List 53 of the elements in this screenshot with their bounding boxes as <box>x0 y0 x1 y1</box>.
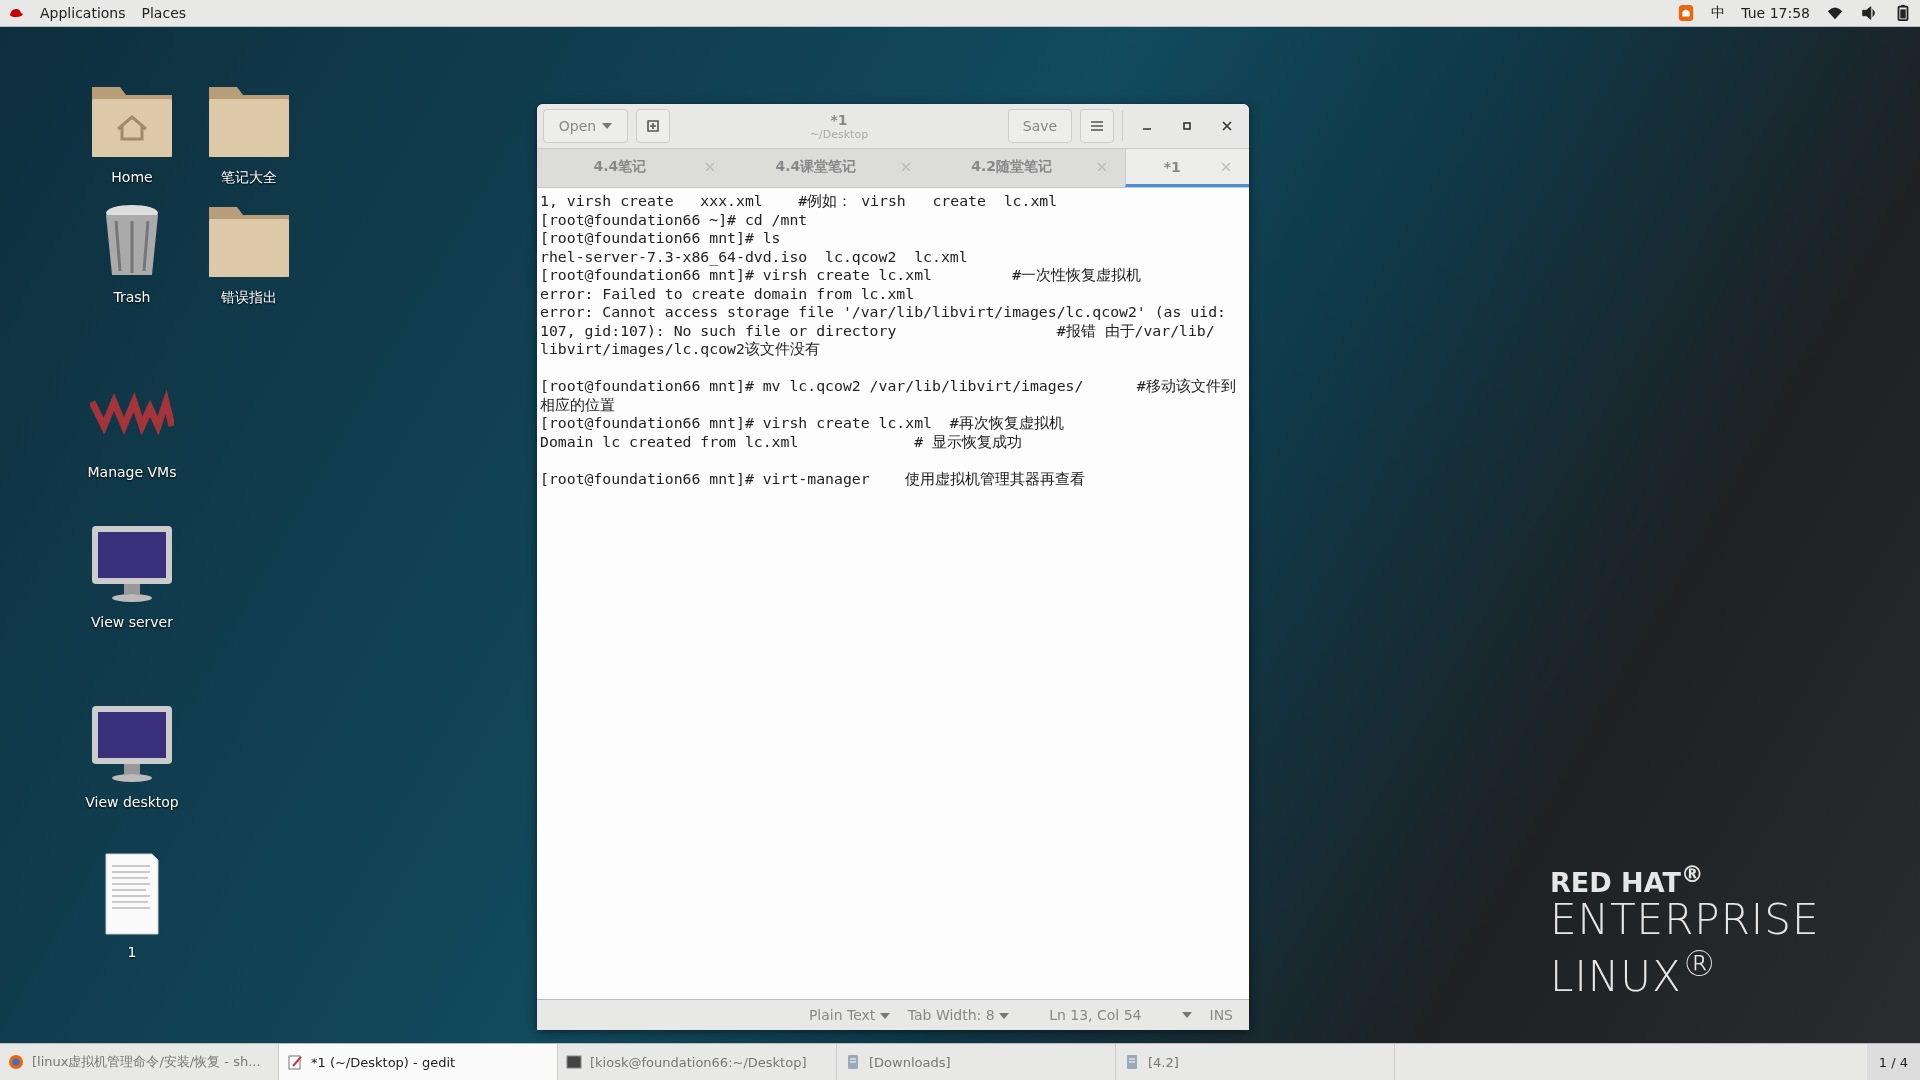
taskbar-item[interactable]: [4.2] <box>1116 1044 1395 1080</box>
window-subtitle: ~/Desktop <box>809 127 869 141</box>
clock[interactable]: Tue 17:58 <box>1741 5 1810 21</box>
taskbar-item[interactable]: [Downloads] <box>837 1044 1116 1080</box>
text-line: [root@foundation66 ~]# cd /mnt <box>540 210 808 228</box>
desktop-icon-label[interactable]: View desktop <box>85 794 179 810</box>
text-line: 107, gid:107): No such file or directory #报错 由于/var/lib/ <box>540 321 1215 339</box>
new-document-icon <box>645 118 661 134</box>
workspace-indicator[interactable]: 1 / 4 <box>1866 1044 1920 1080</box>
menu-button[interactable] <box>1080 109 1114 143</box>
desktop-icon-label[interactable]: 笔记大全 <box>221 169 277 187</box>
taskbar-item[interactable]: *1 (~/Desktop) - gedit <box>279 1044 558 1080</box>
file-cabinet-icon <box>845 1054 861 1070</box>
terminal-icon <box>566 1054 582 1070</box>
insert-mode: INS <box>1209 1007 1233 1023</box>
text-line: 相应的位置 <box>540 395 615 413</box>
text-line: libvirt/images/lc.qcow2该文件没有 <box>540 340 820 357</box>
text-line: [root@foundation66 mnt]# virsh create lc.xml #再次恢复虚拟机 <box>540 414 1064 431</box>
brand-subtitle: ENTERPRISE <box>1550 898 1820 942</box>
input-method-indicator[interactable]: 中 <box>1711 4 1726 22</box>
new-tab-button[interactable] <box>636 109 670 143</box>
text-editor-icon <box>287 1054 303 1070</box>
brand-title: RED HAT$^{®}$ <box>1550 860 1705 898</box>
desktop-icon-label[interactable]: View server <box>91 614 173 630</box>
taskbar-item[interactable]: [kiosk@foundation66:~/Desktop] <box>558 1044 837 1080</box>
caret-icon <box>602 123 613 129</box>
text-line: error: Cannot access storage file '/var/lib/libvirt/images/lc.qcow2' (as uid: <box>540 303 1226 320</box>
text-line: Domain lc created from lc.xml # 显示恢复成功 <box>540 432 1022 450</box>
volume-icon[interactable] <box>1860 4 1878 22</box>
desktop-icon-label[interactable]: Trash <box>113 289 151 305</box>
text-line: [root@foundation66 mnt]# ls <box>540 229 781 246</box>
desktop-icon-label[interactable]: 1 <box>127 944 137 960</box>
file-cabinet-icon <box>1124 1054 1140 1070</box>
desktop-icon-label[interactable]: Home <box>111 169 153 185</box>
alert-icon[interactable] <box>1677 4 1696 22</box>
text-line: [root@foundation66 mnt]# virt-manager 使用虚拟机管理其器再查看 <box>540 469 1086 487</box>
top-menu[interactable]: Applications <box>40 5 126 21</box>
caret-icon[interactable] <box>1181 1012 1192 1018</box>
desktop-icon-label[interactable]: 错误指出 <box>221 289 277 307</box>
caret-icon <box>999 1013 1010 1019</box>
text-line: [root@foundation66 mnt]# mv lc.qcow2 /var/lib/libvirt/images/ #移动该文件到 <box>540 377 1236 394</box>
window-title: *1 <box>830 111 848 128</box>
browser-icon <box>8 1054 24 1070</box>
hat-icon <box>8 7 24 19</box>
text-line: rhel-server-7.3-x86_64-dvd.iso lc.qcow2 lc.xml <box>540 247 968 265</box>
text-line: [root@foundation66 mnt]# virsh create lc.xml #一次性恢复虚拟机 <box>540 266 1142 283</box>
caret-icon <box>879 1013 890 1019</box>
menu-icon <box>1090 120 1104 132</box>
brand-subtitle: LINUX$^{®}$ <box>1550 943 1719 999</box>
text-line: 1, virsh create xxx.xml #例如： virsh create lc.xml <box>540 192 1058 209</box>
text-line: error: Failed to create domain from lc.xml <box>540 284 915 302</box>
desktop-icon-label[interactable]: Manage VMs <box>87 464 177 480</box>
top-menu[interactable]: Places <box>141 5 187 21</box>
